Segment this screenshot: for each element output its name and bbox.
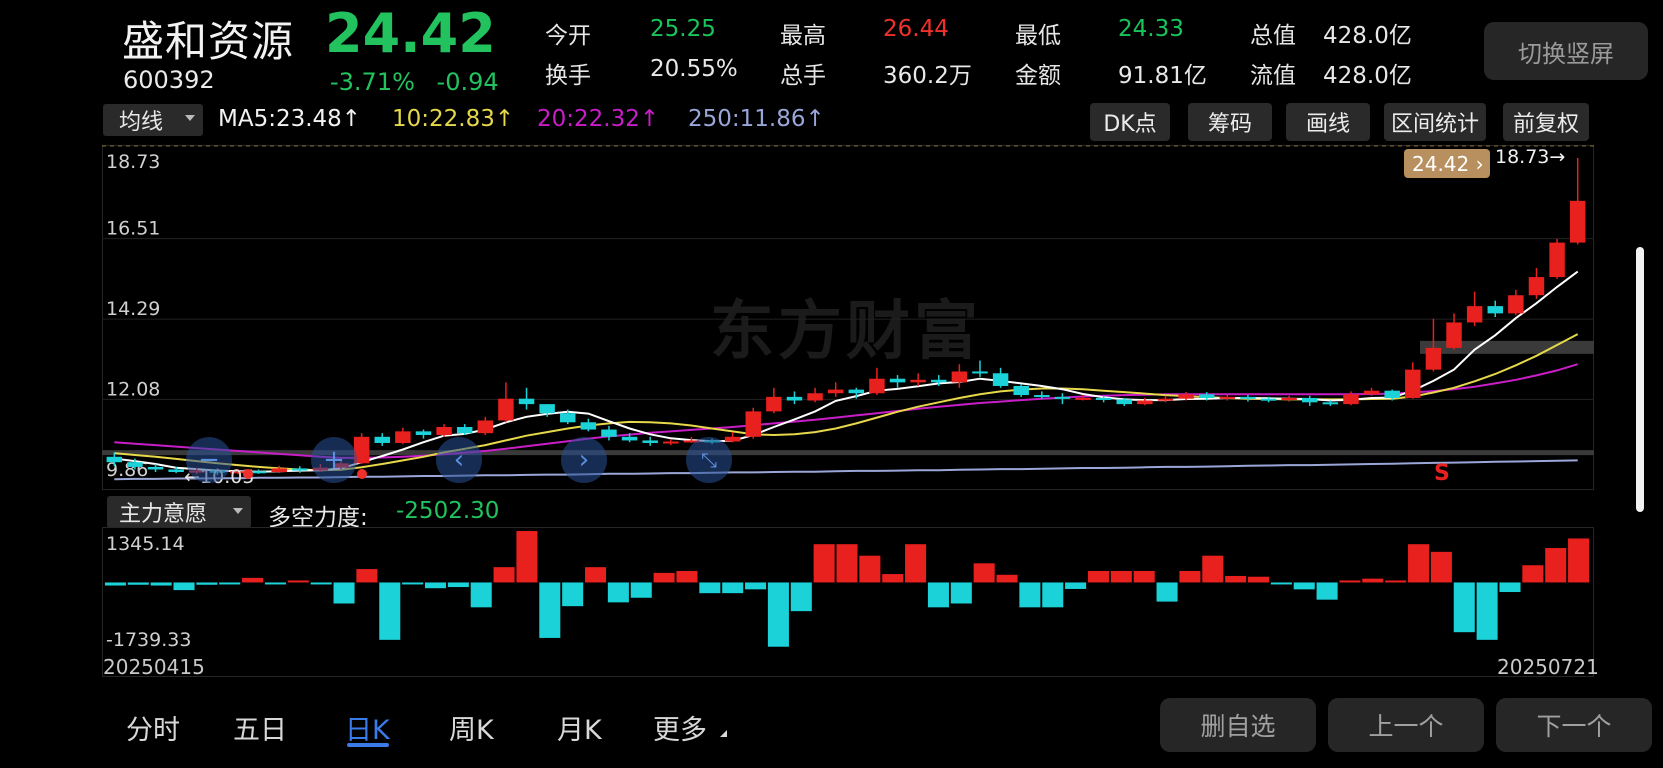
indicator-bar [1133, 570, 1155, 583]
indicator-bar [1362, 578, 1384, 583]
indicator-bar [379, 582, 401, 640]
indicator-bar [287, 580, 309, 583]
indicator-bar [424, 582, 447, 589]
indicator-bar [1247, 576, 1270, 583]
indicator-bar [1019, 582, 1041, 608]
indicator-bar [1065, 582, 1087, 589]
x-start-date: 20250415 [103, 655, 205, 679]
indicator-bar [562, 582, 584, 607]
indicator-bar [1087, 570, 1109, 583]
indicator-bar [1545, 548, 1567, 583]
indicator-bar [905, 544, 927, 583]
tab-five-day[interactable]: 五日 [233, 708, 287, 747]
indicator-bar [310, 582, 332, 585]
indicator-bar [1202, 555, 1224, 583]
indicator-bar [973, 563, 995, 583]
tab-daily-k[interactable]: 日K [345, 708, 390, 747]
indicator-bar [1270, 582, 1292, 585]
indicator-bar [402, 582, 424, 585]
indicator-bar [859, 555, 881, 583]
indicator-bar [1225, 575, 1247, 583]
indicator-bar [173, 582, 195, 591]
active-tab-indicator [347, 743, 389, 747]
indicator-bar [722, 582, 744, 594]
indicator-bar [127, 582, 149, 585]
indicator-bar [1042, 582, 1064, 608]
indicator-bar [1156, 582, 1178, 602]
indicator-bar [447, 582, 469, 588]
next-stock-button[interactable]: 下一个 [1496, 698, 1652, 752]
indicator-bar [813, 544, 835, 583]
x-end-date: 20250721 [1497, 655, 1599, 679]
indicator-bar [927, 582, 949, 608]
indicator-bar [950, 582, 972, 604]
y-tick-label: 1345.14 [106, 533, 185, 555]
indicator-bar [1408, 544, 1430, 583]
indicator-bar [630, 582, 652, 598]
indicator-bar [333, 582, 355, 604]
indicator-bar [676, 570, 698, 583]
indicator-bar [539, 582, 561, 638]
indicator-chart[interactable]: 1345.14 -1739.33 [0, 0, 1663, 768]
indicator-bar [1522, 565, 1544, 583]
indicator-bar [516, 531, 538, 583]
indicator-bar [1110, 570, 1132, 583]
indicator-bar [219, 582, 241, 585]
indicator-bar [264, 582, 286, 585]
tab-more[interactable]: 更多 [653, 708, 707, 747]
indicator-bar [470, 582, 492, 608]
indicator-bar [790, 582, 812, 612]
indicator-bar [196, 582, 218, 585]
tab-intraday[interactable]: 分时 [126, 708, 180, 747]
indicator-bar [1339, 580, 1361, 583]
indicator-bar [1430, 551, 1452, 583]
indicator-bar [607, 582, 629, 603]
y-tick-label: -1739.33 [106, 629, 191, 651]
indicator-bar [699, 582, 721, 594]
indicator-bar [836, 544, 858, 583]
indicator-bar [996, 574, 1018, 583]
indicator-bar [104, 582, 126, 586]
indicator-bar [150, 582, 172, 586]
more-caret-icon [720, 730, 727, 737]
indicator-bar [1453, 582, 1475, 633]
indicator-bar [882, 574, 904, 583]
indicator-bar [1293, 582, 1315, 590]
indicator-bar [1476, 582, 1498, 640]
indicator-bar [1499, 582, 1521, 593]
indicator-bar [356, 569, 378, 583]
previous-stock-button[interactable]: 上一个 [1328, 698, 1484, 752]
indicator-bar [585, 567, 607, 583]
indicator-bar [1179, 570, 1201, 583]
tab-weekly-k[interactable]: 周K [449, 708, 494, 747]
tab-monthly-k[interactable]: 月K [557, 708, 602, 747]
indicator-bar [242, 577, 264, 583]
indicator-bar [745, 582, 767, 590]
indicator-bar [767, 582, 789, 647]
remove-watchlist-button[interactable]: 删自选 [1160, 698, 1316, 752]
indicator-bar [1316, 582, 1338, 600]
indicator-bar [1385, 580, 1407, 583]
indicator-bar [493, 567, 515, 583]
indicator-bar [1568, 538, 1590, 583]
indicator-bar [653, 572, 675, 583]
